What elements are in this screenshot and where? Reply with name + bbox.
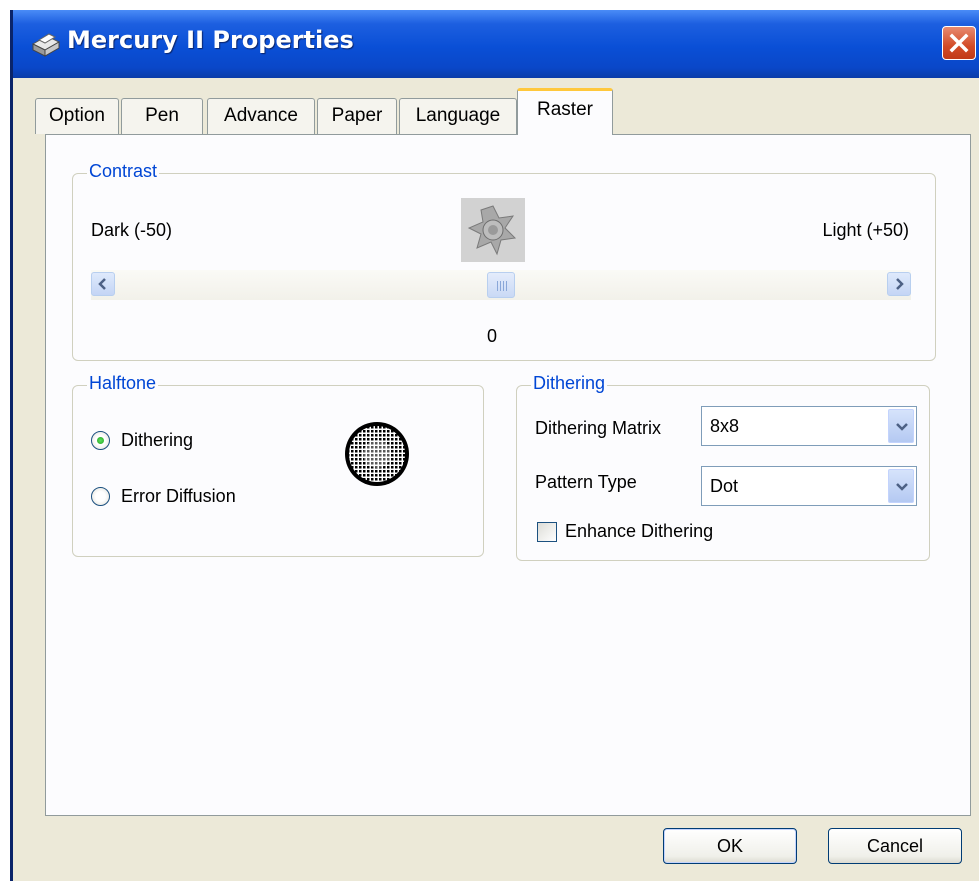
slider-thumb[interactable] — [487, 272, 515, 298]
ok-button[interactable]: OK — [663, 828, 797, 864]
radio-selected-dot — [97, 437, 104, 444]
chevron-down-icon — [896, 483, 908, 491]
error-diffusion-radio[interactable] — [91, 487, 110, 506]
dithering-radio[interactable] — [91, 431, 110, 450]
halftone-group: Halftone Dithering Error Diffusion — [72, 373, 484, 557]
error-diffusion-radio-label[interactable]: Error Diffusion — [121, 486, 236, 507]
dithering-legend: Dithering — [531, 373, 608, 394]
pattern-type-value: Dot — [710, 476, 739, 496]
enhance-dithering-label[interactable]: Enhance Dithering — [565, 521, 713, 542]
slider-left-button[interactable] — [91, 272, 115, 296]
title-bar[interactable]: Mercury II Properties — [13, 10, 979, 78]
dithering-matrix-dropdown-button[interactable] — [888, 409, 914, 443]
dark-label: Dark (-50) — [91, 220, 173, 240]
light-label: Light (+50) — [822, 220, 909, 240]
tab-option[interactable]: Option — [35, 98, 119, 134]
contrast-slider[interactable] — [91, 270, 911, 300]
enhance-dithering-checkbox[interactable] — [537, 522, 557, 542]
tab-raster[interactable]: Raster — [517, 88, 613, 135]
pattern-type-select[interactable]: Dot — [701, 466, 917, 506]
properties-window: Mercury II Properties Option Pen Advance… — [10, 10, 979, 881]
contrast-legend: Contrast — [87, 161, 160, 182]
pattern-type-dropdown-button[interactable] — [888, 469, 914, 503]
tab-language[interactable]: Language — [399, 98, 517, 134]
chevron-right-icon — [896, 278, 904, 290]
chevron-left-icon — [98, 278, 106, 290]
dithering-matrix-select[interactable]: 8x8 — [701, 406, 917, 446]
window-title: Mercury II Properties — [67, 26, 354, 54]
halftone-legend: Halftone — [87, 373, 159, 394]
tab-advance[interactable]: Advance — [207, 98, 315, 134]
raster-tab-panel: Contrast Dark (-50) Light (+50) 0 Halfto… — [45, 134, 971, 816]
slider-right-button[interactable] — [887, 272, 911, 296]
dithering-group: Dithering Dithering Matrix 8x8 Pattern T… — [516, 373, 930, 561]
close-button[interactable] — [942, 26, 976, 60]
cancel-button[interactable]: Cancel — [828, 828, 962, 864]
dithering-matrix-value: 8x8 — [710, 416, 740, 436]
contrast-value: 0 — [487, 326, 498, 346]
tab-pen[interactable]: Pen — [121, 98, 203, 134]
dithering-radio-label[interactable]: Dithering — [121, 430, 193, 451]
pattern-type-label: Pattern Type — [535, 472, 637, 492]
contrast-group: Contrast Dark (-50) Light (+50) 0 — [72, 161, 936, 361]
halftone-preview-icon — [345, 422, 409, 486]
dithering-matrix-label: Dithering Matrix — [535, 418, 662, 438]
contrast-preview-icon — [461, 198, 525, 262]
close-icon — [949, 33, 969, 53]
tab-paper[interactable]: Paper — [317, 98, 397, 134]
chevron-down-icon — [896, 423, 908, 431]
printer-icon — [31, 33, 61, 57]
